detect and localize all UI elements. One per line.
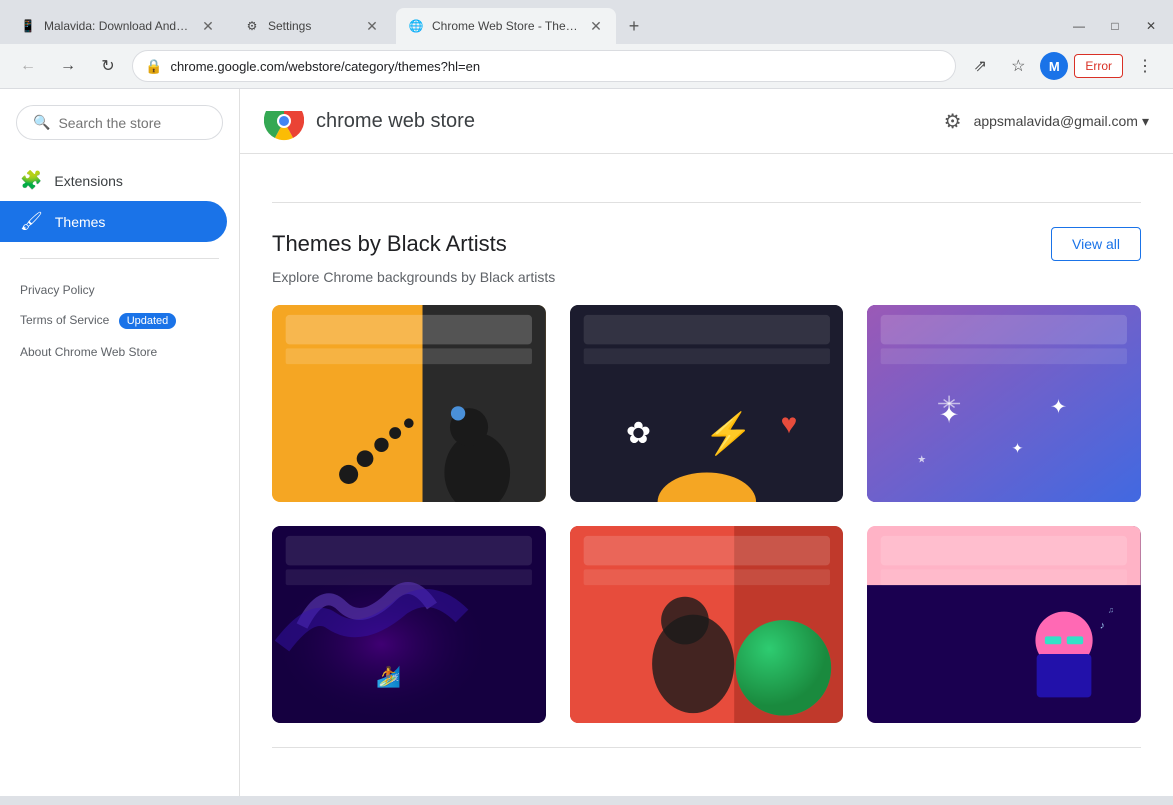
settings-gear-icon[interactable]: ⚙	[944, 109, 962, 134]
sidebar-item-extensions[interactable]: 🧩 Extensions	[0, 160, 227, 201]
about-link[interactable]: About Chrome Web Store	[0, 337, 239, 367]
theme-card-stargazers[interactable]: ✦ ✦ ✦ ★ Stargazers	[867, 305, 1141, 502]
cast-button[interactable]: ⇗	[964, 50, 996, 82]
bottom-separator	[272, 747, 1141, 748]
lock-icon: 🔒	[145, 58, 162, 75]
svg-text:🏄: 🏄	[376, 665, 401, 689]
title-bar: 📱 Malavida: Download Android Ap... ✕ ⚙ S…	[0, 0, 1173, 44]
store-name: chrome web store	[316, 110, 475, 133]
theme-card-passion[interactable]: ♪ ♫ A Passion ★★★★★ 369	[867, 526, 1141, 723]
theme-preview-passion: ♪ ♫	[867, 526, 1141, 723]
main-wrapper: chrome web store ⚙ appsmalavida@gmail.co…	[240, 89, 1173, 796]
tab-favicon-settings: ⚙	[244, 18, 260, 34]
theme-preview-telepathy	[272, 305, 546, 502]
tab-settings[interactable]: ⚙ Settings ✕	[232, 8, 392, 44]
header-right: ⚙ appsmalavida@gmail.com ▾	[944, 109, 1149, 134]
themes-icon: 🖌	[20, 211, 43, 232]
section-title: Themes by Black Artists	[272, 231, 507, 257]
sidebar: 🔍 🧩 Extensions 🖌 Themes Privacy Policy T…	[0, 89, 240, 796]
search-input[interactable]	[58, 115, 206, 131]
tab-label-settings: Settings	[268, 19, 356, 33]
tab-malavida[interactable]: 📱 Malavida: Download Android Ap... ✕	[8, 8, 228, 44]
tab-close-settings[interactable]: ✕	[364, 18, 380, 34]
section-header: Themes by Black Artists View all	[272, 227, 1141, 261]
forward-button[interactable]: →	[52, 50, 84, 82]
close-button[interactable]: ✕	[1137, 12, 1165, 40]
top-separator	[272, 202, 1141, 203]
svg-text:✦: ✦	[1051, 396, 1068, 418]
menu-button[interactable]: ⋮	[1129, 50, 1161, 82]
theme-preview-stargazers: ✦ ✦ ✦ ★	[867, 305, 1141, 502]
theme-card-wave[interactable]: 🏄 Ride the Wave ★★★★★ 518	[272, 526, 546, 723]
tab-close-store[interactable]: ✕	[588, 18, 604, 34]
tab-label-store: Chrome Web Store - Themes	[432, 19, 580, 33]
sidebar-item-themes[interactable]: 🖌 Themes	[0, 201, 227, 242]
svg-text:✦: ✦	[1012, 440, 1024, 456]
store-header: chrome web store ⚙ appsmalavida@gmail.co…	[240, 89, 1173, 154]
extensions-icon: 🧩	[20, 170, 42, 191]
terms-of-service-link[interactable]: Terms of Service Updated	[0, 305, 239, 337]
privacy-policy-link[interactable]: Privacy Policy	[0, 275, 239, 305]
updated-badge: Updated	[119, 313, 177, 329]
svg-text:⚡: ⚡	[703, 410, 753, 457]
svg-text:♫: ♫	[1108, 606, 1114, 615]
svg-text:✿: ✿	[626, 417, 651, 450]
tab-favicon-store: 🌐	[408, 18, 424, 34]
minimize-button[interactable]: —	[1065, 12, 1093, 40]
account-chevron-icon: ▾	[1142, 113, 1149, 130]
chrome-logo-icon	[264, 101, 304, 141]
svg-text:♥: ♥	[780, 408, 797, 439]
account-email[interactable]: appsmalavida@gmail.com ▾	[974, 113, 1149, 130]
page-content: 🔍 🧩 Extensions 🖌 Themes Privacy Policy T…	[0, 89, 1173, 796]
view-all-button[interactable]: View all	[1051, 227, 1141, 261]
error-button[interactable]: Error	[1074, 54, 1123, 78]
nav-right: ⇗ ☆ M Error ⋮	[964, 50, 1161, 82]
theme-preview-wave: 🏄	[272, 526, 546, 723]
main-content: Themes by Black Artists View all Explore…	[240, 154, 1173, 796]
section-subtitle: Explore Chrome backgrounds by Black arti…	[272, 269, 1141, 285]
maximize-button[interactable]: □	[1101, 12, 1129, 40]
back-button[interactable]: ←	[12, 50, 44, 82]
store-logo: chrome web store	[264, 101, 475, 141]
theme-preview-bits: ✿ ⚡ ♥	[570, 305, 844, 502]
browser-frame: 📱 Malavida: Download Android Ap... ✕ ⚙ S…	[0, 0, 1173, 805]
themes-grid: Telepathy ★★★★★ 217	[272, 305, 1141, 723]
window-controls: — □ ✕	[1065, 12, 1165, 40]
sidebar-item-label-themes: Themes	[55, 214, 106, 230]
tab-chrome-store[interactable]: 🌐 Chrome Web Store - Themes ✕	[396, 8, 616, 44]
tab-close-malavida[interactable]: ✕	[200, 18, 216, 34]
theme-preview-ntentan	[570, 526, 844, 723]
sidebar-divider	[20, 258, 219, 259]
sidebar-item-label-extensions: Extensions	[54, 173, 122, 189]
svg-text:♪: ♪	[1100, 620, 1105, 631]
bookmark-button[interactable]: ☆	[1002, 50, 1034, 82]
profile-avatar[interactable]: M	[1040, 52, 1068, 80]
svg-text:★: ★	[918, 455, 927, 466]
refresh-button[interactable]: ↻	[92, 50, 124, 82]
theme-card-ntentan[interactable]: Ntentan (Connections) ★★★★★ 84	[570, 526, 844, 723]
tab-label-malavida: Malavida: Download Android Ap...	[44, 19, 192, 33]
address-bar[interactable]: 🔒 chrome.google.com/webstore/category/th…	[132, 50, 956, 82]
address-text: chrome.google.com/webstore/category/them…	[170, 59, 943, 74]
search-box[interactable]: 🔍	[16, 105, 223, 140]
theme-card-bits[interactable]: ✿ ⚡ ♥ Bits + Pieces ★★★★★	[570, 305, 844, 502]
search-icon: 🔍	[33, 114, 50, 131]
nav-bar: ← → ↻ 🔒 chrome.google.com/webstore/categ…	[0, 44, 1173, 89]
new-tab-button[interactable]: +	[620, 12, 648, 40]
theme-card-telepathy[interactable]: Telepathy ★★★★★ 217	[272, 305, 546, 502]
tab-favicon-malavida: 📱	[20, 18, 36, 34]
